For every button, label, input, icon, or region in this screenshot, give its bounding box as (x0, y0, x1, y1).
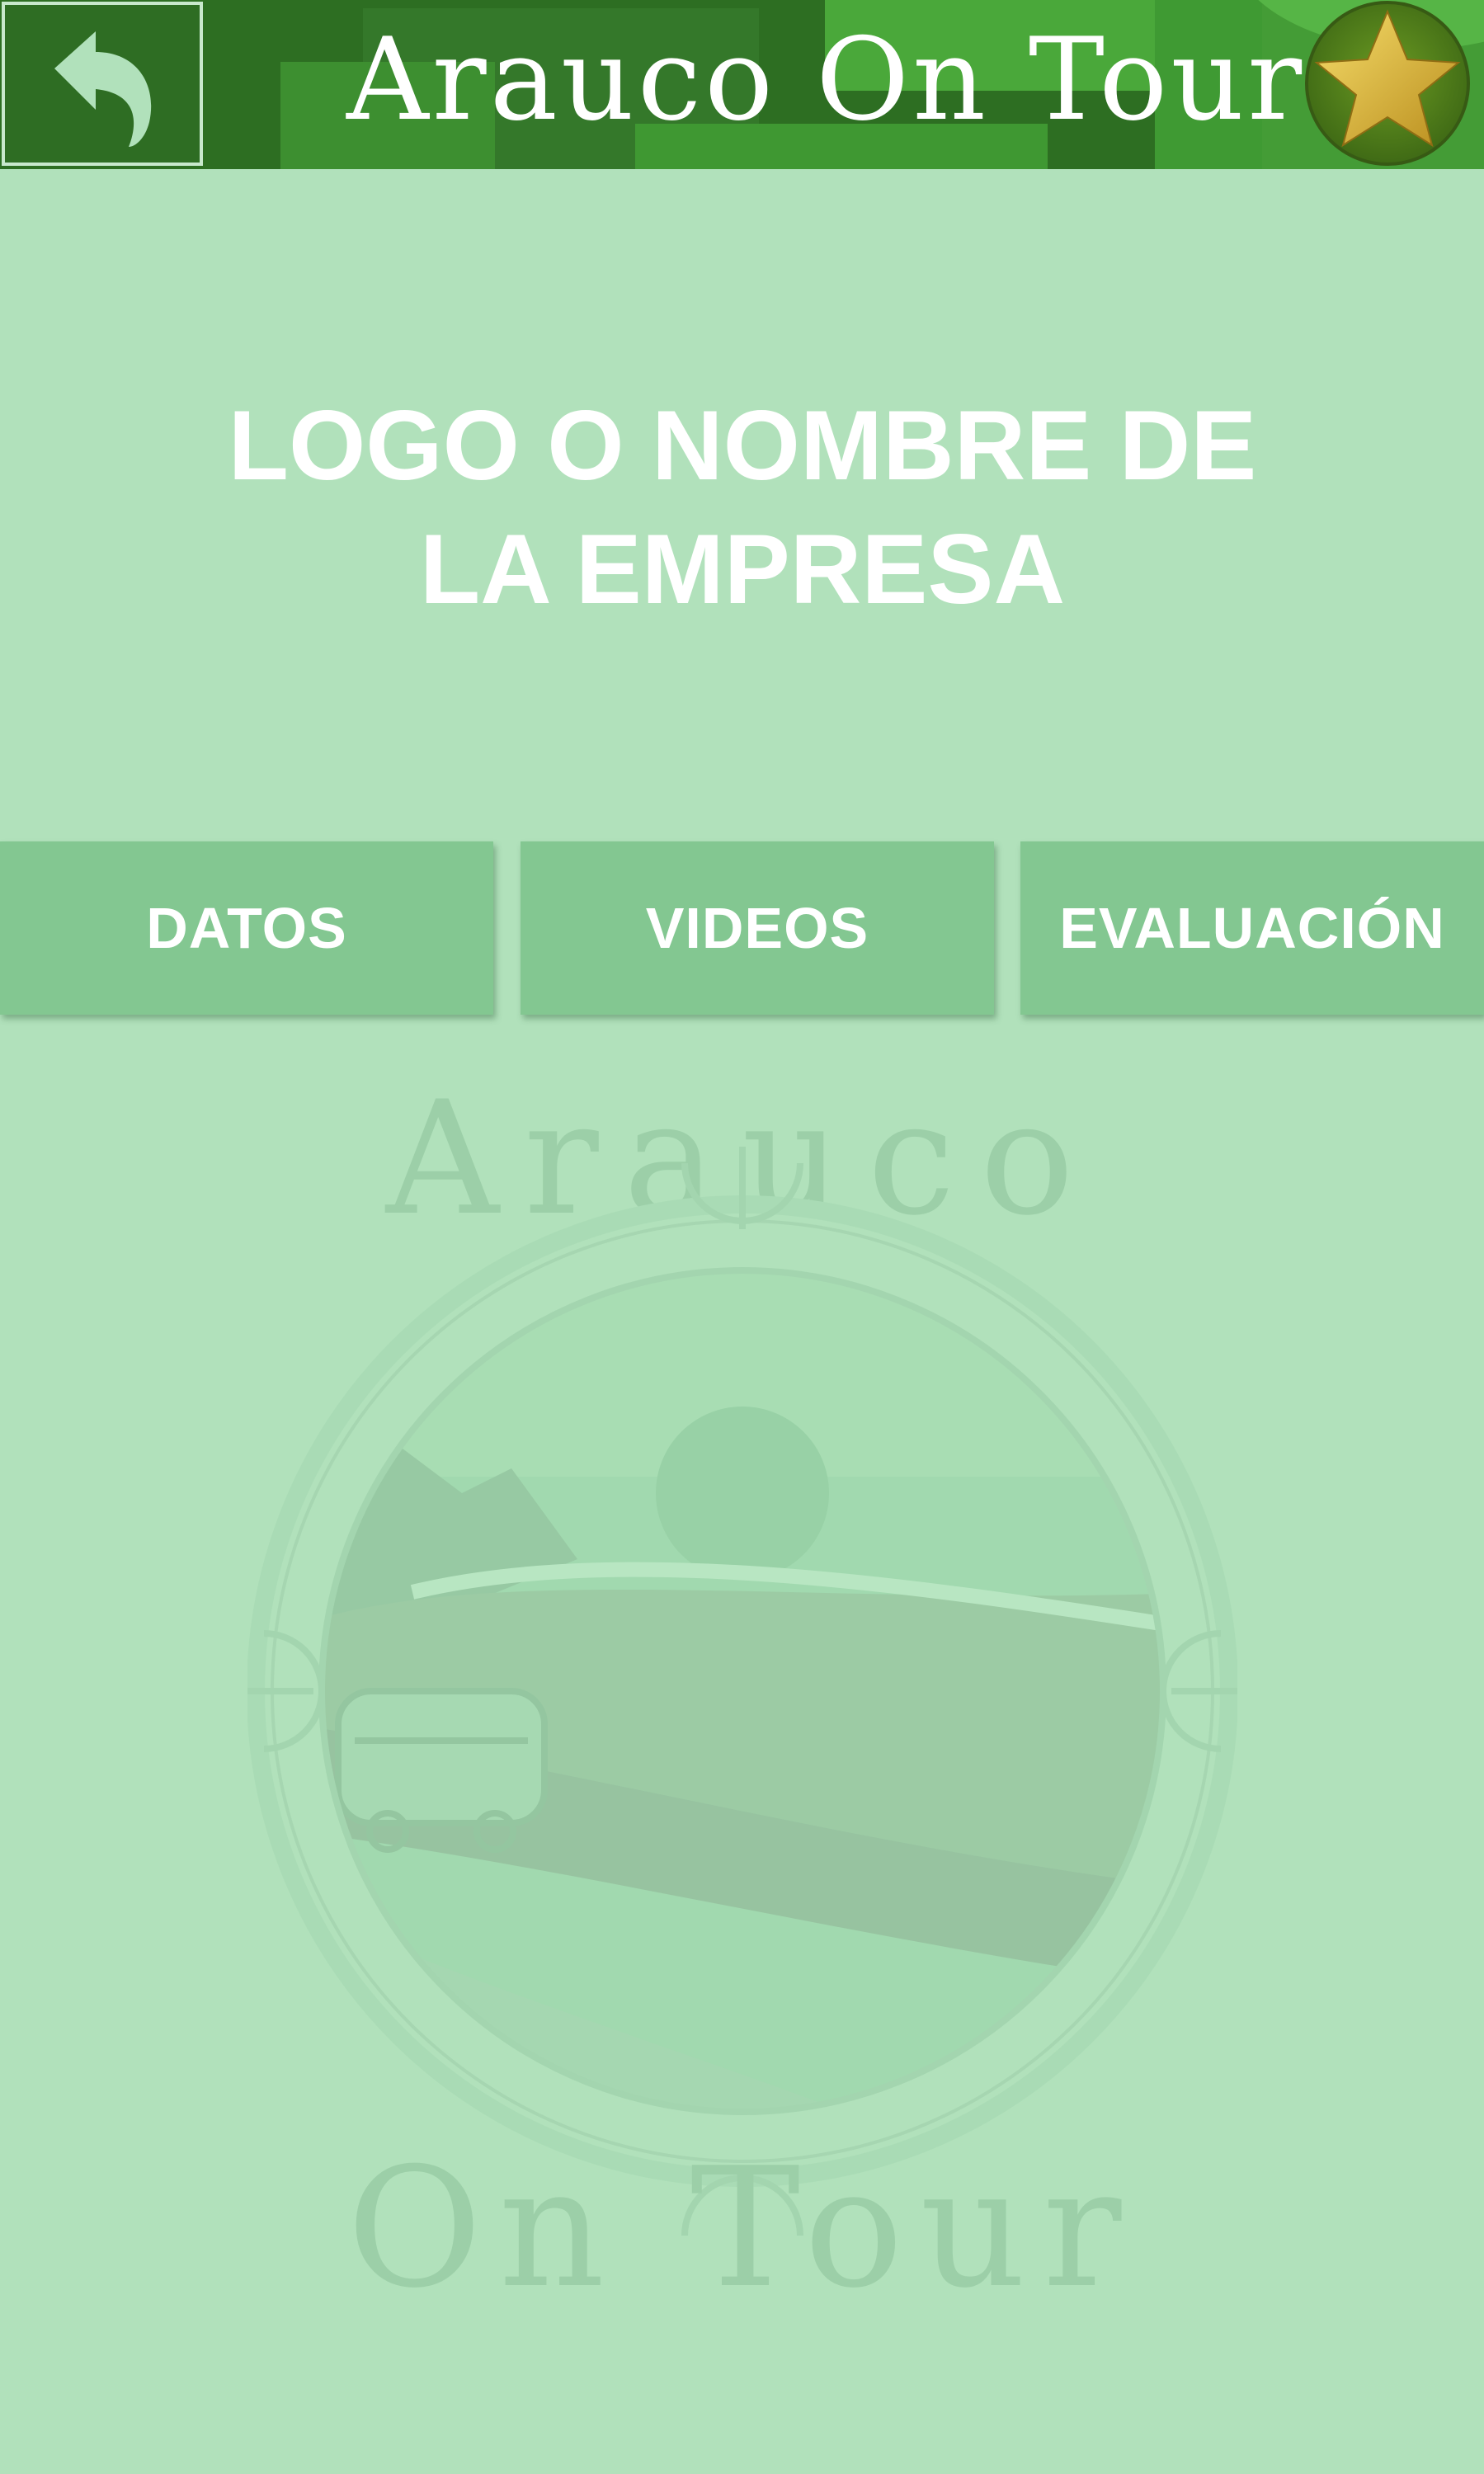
favorite-button[interactable] (1303, 0, 1472, 167)
tab-label: VIDEOS (645, 896, 869, 960)
app-title: Arauco On Tour (346, 13, 1306, 146)
tab-videos[interactable]: VIDEOS (521, 841, 994, 1015)
app-header: Arauco On Tour (0, 0, 1484, 169)
back-button[interactable] (2, 2, 203, 166)
company-placeholder: LOGO O NOMBRE DE LA EMPRESA (124, 384, 1361, 631)
tab-label: EVALUACIÓN (1059, 896, 1445, 960)
company-placeholder-line: LA EMPRESA (419, 514, 1066, 624)
tab-evaluacion[interactable]: EVALUACIÓN (1020, 841, 1484, 1015)
star-icon (1305, 1, 1470, 166)
company-placeholder-line: LOGO O NOMBRE DE (228, 390, 1257, 501)
brand-watermark: Arauco On Tour (247, 1067, 1238, 2368)
watermark-logo: Arauco On Tour (247, 1067, 1238, 2325)
tab-label: DATOS (146, 896, 347, 960)
watermark-bottom-text: On Tour (346, 2132, 1138, 2325)
back-arrow-icon (54, 31, 152, 147)
tab-bar: DATOS VIDEOS EVALUACIÓN (0, 841, 1484, 1019)
tab-datos[interactable]: DATOS (0, 841, 493, 1015)
